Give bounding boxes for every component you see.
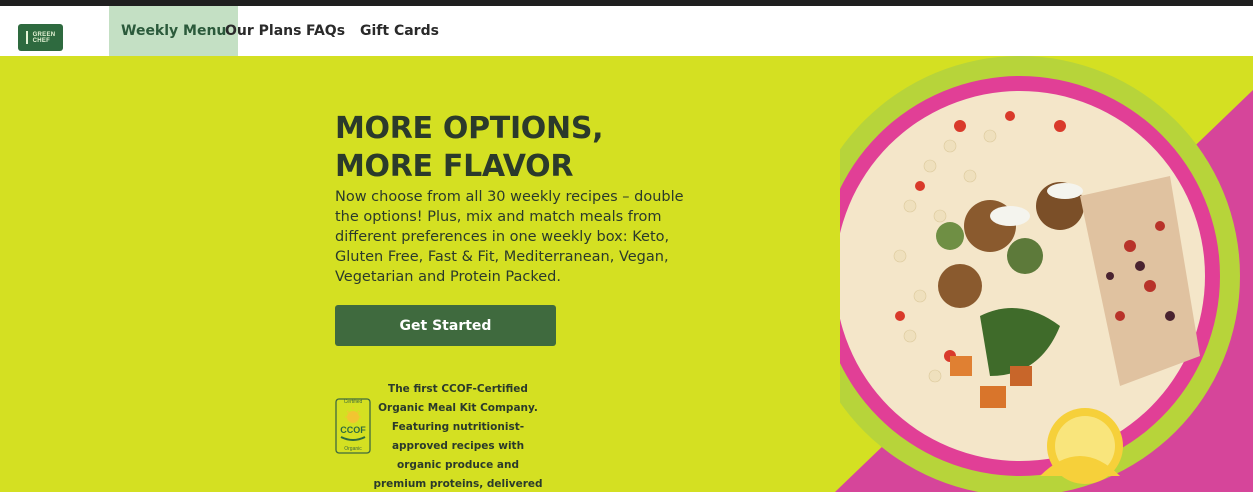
ccof-organic-badge: Certified CCOF Organic (335, 398, 371, 454)
hero-heading: MORE OPTIONS, MORE FLAVOR (335, 111, 604, 184)
hero-description: Now choose from all 30 weekly recipes – … (335, 189, 684, 285)
nav-gift-cards[interactable]: Gift Cards (348, 6, 451, 56)
meal-bowl-image (840, 56, 1240, 492)
badge-bottom-text: Organic (344, 446, 362, 452)
hero-section: MORE OPTIONS, MORE FLAVOR Now choose fro… (0, 56, 1253, 492)
logo-text: GREEN CHEF (32, 31, 56, 44)
ccof-description: The first CCOF-Certified Organic Meal Ki… (373, 383, 543, 490)
green-chef-logo[interactable]: GREEN CHEF (18, 24, 63, 51)
badge-name-text: CCOF (340, 425, 366, 435)
logo-bar (25, 31, 28, 44)
get-started-button[interactable]: Get Started (335, 305, 556, 346)
badge-top-text: Certified (344, 399, 363, 405)
